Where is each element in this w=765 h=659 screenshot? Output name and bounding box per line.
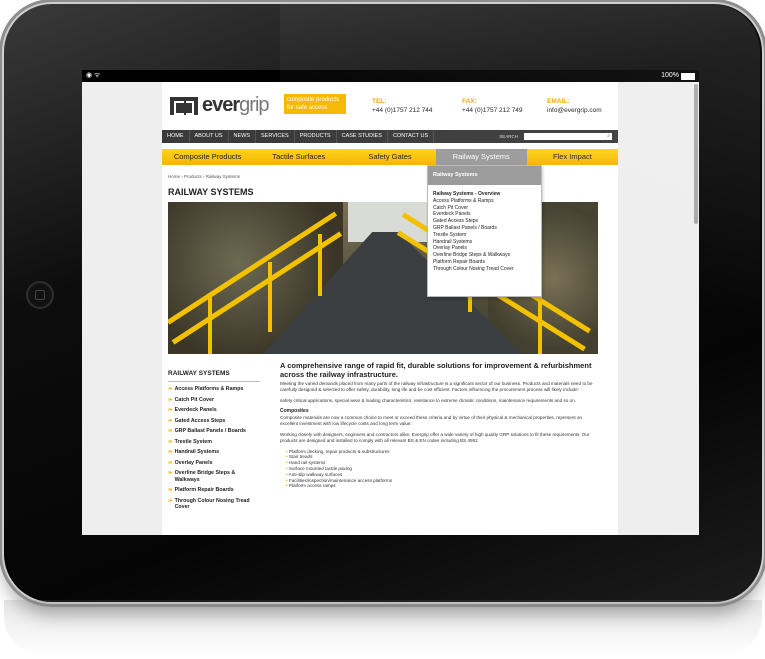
chevron-icon: »»: [168, 396, 172, 403]
dropdown-item[interactable]: Railway Systems - Overview: [433, 191, 537, 198]
hero-post: [318, 234, 322, 296]
chevron-icon: »»: [168, 407, 172, 413]
dropdown-list: Railway Systems - Overview Access Platfo…: [428, 185, 541, 273]
content-heading: A comprehensive range of rapid fit, dura…: [280, 361, 592, 379]
status-bar: ◉ ᯤ 100%: [82, 70, 699, 82]
logo-mark-icon: [170, 96, 198, 115]
battery-label: 100%: [661, 72, 679, 79]
webpage: evergrip composite products for safe acc…: [162, 82, 618, 535]
page-title: RAILWAY SYSTEMS: [168, 187, 254, 197]
hero-post: [268, 262, 272, 332]
tablet-screen: ◉ ᯤ 100% evergrip composite products for…: [82, 70, 699, 535]
sidebar-item[interactable]: »» Everdeck Panels: [168, 407, 260, 414]
chevron-icon: »»: [168, 386, 172, 392]
sidebar-item[interactable]: »» Trestle System: [168, 439, 260, 446]
sidebar-item[interactable]: »» Catch Pit Cover: [168, 397, 260, 404]
list-item: Platform access ramps: [286, 483, 600, 489]
dropdown-item[interactable]: Gated Access Steps: [433, 218, 537, 225]
sidebar-item[interactable]: »» Gated Access Steps: [168, 418, 260, 425]
subnav-flex-impact[interactable]: Flex Impact: [527, 149, 618, 165]
sidebar-item[interactable]: »» Handrail Systems: [168, 449, 260, 456]
dropdown-item[interactable]: Catch Pit Cover: [433, 205, 537, 212]
nav-case-studies[interactable]: CASE STUDIES: [337, 130, 388, 143]
content-paragraph: safety critical applications, special we…: [280, 397, 576, 403]
search-icon[interactable]: ⌕: [607, 133, 610, 140]
railway-systems-dropdown: Railway Systems Railway Systems - Overvi…: [427, 165, 542, 297]
nav-home[interactable]: HOME: [162, 130, 190, 143]
content-subheading: Composites: [280, 408, 309, 415]
sidebar-item[interactable]: »» Access Platforms & Ramps: [168, 386, 260, 393]
dropdown-item[interactable]: Platform Repair Boards: [433, 259, 537, 266]
contact-email[interactable]: EMAIL: info@evergrip.com: [547, 97, 602, 115]
nav-services[interactable]: SERVICES: [256, 130, 295, 143]
nav-contact-us[interactable]: CONTACT US: [388, 130, 435, 143]
chevron-icon: »»: [168, 459, 172, 466]
nav-news[interactable]: NEWS: [229, 130, 257, 143]
sidebar-title: RAILWAY SYSTEMS: [168, 362, 260, 382]
search-label: SEARCH: [499, 134, 518, 139]
content-paragraph: Working closely with designers, engineer…: [280, 431, 590, 443]
main-content: A comprehensive range of rapid fit, dura…: [280, 361, 600, 490]
tagline-badge: composite products for safe access: [284, 94, 346, 114]
contact-fax: FAX: +44 (0)1757 212 749: [462, 98, 523, 114]
device-reflection: [4, 600, 762, 656]
subnav-railway-systems[interactable]: Railway Systems: [435, 149, 527, 165]
sidebar-item[interactable]: »» Overlay Panels: [168, 460, 260, 467]
wifi-icon: ◉ ᯤ: [86, 72, 101, 79]
chevron-icon: »»: [168, 449, 172, 455]
dropdown-item[interactable]: Through Colour Nosing Tread Cover: [433, 266, 537, 273]
dropdown-item[interactable]: Trestle System: [433, 232, 537, 239]
sidebar-item[interactable]: »» Platform Repair Boards: [168, 487, 260, 494]
dropdown-item[interactable]: Access Platforms & Ramps: [433, 198, 537, 205]
dropdown-item[interactable]: Everdeck Panels: [433, 211, 537, 218]
chevron-icon: »»: [168, 417, 172, 424]
sidebar-item[interactable]: »» Overline Bridge Steps & Walkways: [168, 470, 260, 483]
subnav-safety-gates[interactable]: Safety Gates: [344, 149, 435, 165]
chevron-icon: »»: [168, 470, 172, 476]
content-paragraph: Composite materials are now a common cho…: [280, 415, 583, 427]
site-header: evergrip composite products for safe acc…: [162, 82, 618, 124]
evergrip-logo[interactable]: evergrip: [170, 94, 270, 117]
chevron-icon: »»: [168, 428, 172, 434]
feature-list: Platform decking, repair products & subs…: [280, 449, 600, 490]
dropdown-item[interactable]: GRP Ballast Panels / Boards: [433, 225, 537, 232]
logo-wordmark: evergrip: [202, 94, 270, 116]
dropdown-item[interactable]: Overlay Panels: [433, 245, 537, 252]
chevron-icon: »»: [168, 487, 172, 493]
contact-tel: TEL: +44 (0)1757 212 744: [372, 98, 433, 114]
battery-indicator: 100%: [661, 70, 695, 82]
page-scrollbar[interactable]: [694, 84, 698, 224]
content-paragraph: Meeting the varied demands placed from m…: [280, 381, 593, 392]
subnav-composite-products[interactable]: Composite Products: [162, 149, 253, 165]
home-button[interactable]: [26, 281, 54, 309]
nav-about-us[interactable]: ABOUT US: [190, 130, 229, 143]
product-subnav: Composite Products Tactile Surfaces Safe…: [162, 149, 618, 165]
sidebar-item[interactable]: »» Through Colour Nosing Tread Cover: [168, 498, 260, 511]
sidebar: RAILWAY SYSTEMS »» Access Platforms & Ram…: [168, 362, 260, 515]
breadcrumb[interactable]: Home › Products › Railway Systems: [168, 174, 240, 179]
dropdown-header[interactable]: Railway Systems: [428, 166, 541, 185]
chevron-icon: »»: [168, 497, 172, 504]
hero-post: [208, 297, 212, 354]
subnav-tactile-surfaces[interactable]: Tactile Surfaces: [253, 149, 344, 165]
sidebar-item[interactable]: »» GRP Ballast Panels / Boards: [168, 428, 260, 435]
search-input[interactable]: ⌕: [524, 133, 612, 140]
chevron-icon: »»: [168, 438, 172, 445]
battery-icon: [681, 72, 695, 80]
main-nav: HOME ABOUT US NEWS SERVICES PRODUCTS CAS…: [162, 130, 618, 143]
nav-products[interactable]: PRODUCTS: [295, 130, 337, 143]
dropdown-item[interactable]: Overline Bridge Steps & Walkways: [433, 252, 537, 259]
dropdown-item[interactable]: Handrail Systems: [433, 239, 537, 246]
